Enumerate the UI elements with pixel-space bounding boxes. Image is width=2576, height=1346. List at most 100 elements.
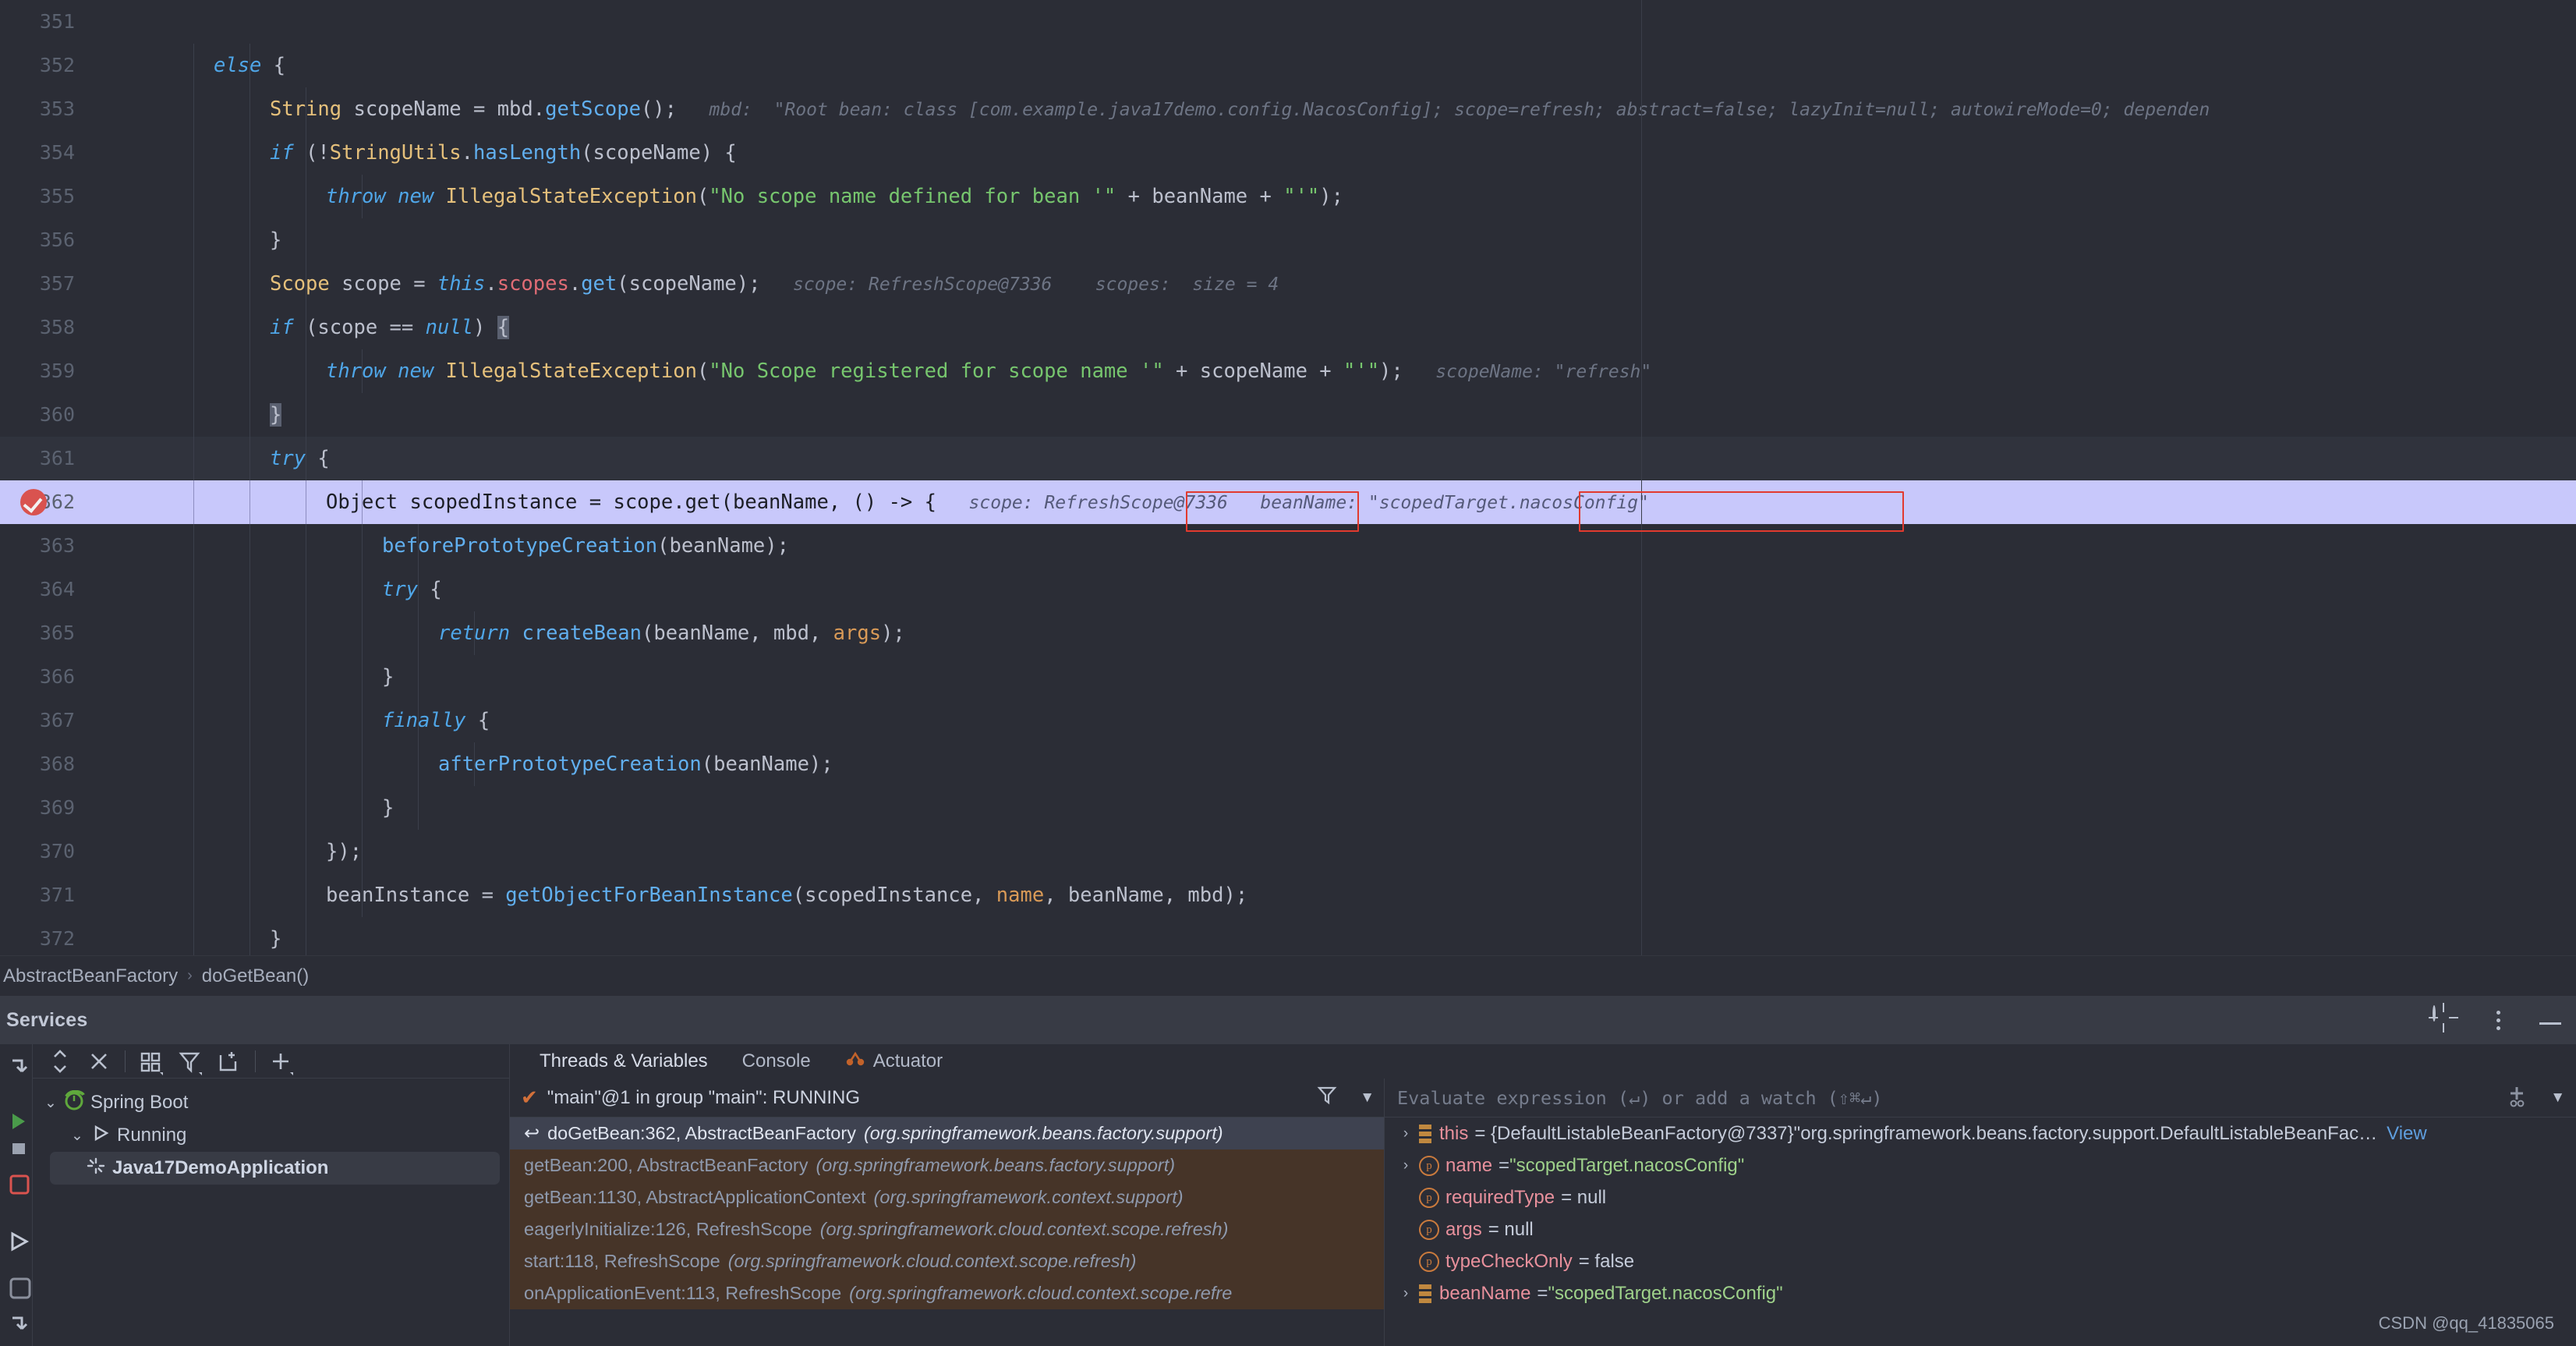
evaluate-placeholder[interactable]: Evaluate expression (↵) or add a watch (… bbox=[1397, 1087, 1883, 1109]
code-line[interactable]: 372} bbox=[0, 917, 2576, 955]
filter-icon[interactable] bbox=[171, 1044, 210, 1079]
services-toolbar[interactable] bbox=[33, 1044, 509, 1079]
code-text[interactable]: finally { bbox=[382, 699, 490, 742]
code-text[interactable]: } bbox=[270, 393, 281, 437]
code-text[interactable]: if (!StringUtils.hasLength(scopeName) { bbox=[270, 131, 737, 175]
code-line[interactable]: 358if (scope == null) { bbox=[0, 306, 2576, 349]
tab-threads-variables[interactable]: Threads & Variables bbox=[522, 1044, 725, 1079]
code-text[interactable]: } bbox=[270, 218, 281, 262]
code-text[interactable]: beforePrototypeCreation(beanName); bbox=[382, 524, 789, 568]
code-text[interactable]: afterPrototypeCreation(beanName); bbox=[438, 742, 833, 786]
code-text[interactable]: } bbox=[382, 655, 394, 699]
code-line[interactable]: 363beforePrototypeCreation(beanName); bbox=[0, 524, 2576, 568]
code-text[interactable]: throw new IllegalStateException("No scop… bbox=[326, 175, 1343, 218]
variable-row[interactable]: ›this= {DefaultListableBeanFactory@7337}… bbox=[1385, 1118, 2576, 1149]
code-line[interactable]: 364try { bbox=[0, 568, 2576, 611]
breadcrumb-class[interactable]: AbstractBeanFactory bbox=[3, 965, 178, 987]
code-line[interactable]: 355throw new IllegalStateException("No s… bbox=[0, 175, 2576, 218]
debug-controls-strip[interactable] bbox=[0, 1044, 33, 1346]
variables-list[interactable]: ›this= {DefaultListableBeanFactory@7337}… bbox=[1385, 1118, 2576, 1309]
code-text[interactable]: Scope scope = this.scopes.get(scopeName)… bbox=[270, 262, 1279, 306]
code-line[interactable]: 362Object scopedInstance = scope.get(bea… bbox=[0, 480, 2576, 524]
variable-row[interactable]: pargs= null bbox=[1385, 1213, 2576, 1245]
debug-tabs[interactable]: Threads & VariablesConsoleActuator bbox=[510, 1044, 2576, 1079]
services-tree-node[interactable]: Java17DemoApplication bbox=[50, 1152, 500, 1185]
tab-console[interactable]: Console bbox=[725, 1044, 828, 1079]
code-line[interactable]: 354if (!StringUtils.hasLength(scopeName)… bbox=[0, 131, 2576, 175]
grid-icon[interactable] bbox=[132, 1044, 171, 1079]
frames-pane[interactable]: ✔ "main"@1 in group "main": RUNNING ▼ ↩d… bbox=[510, 1079, 1385, 1346]
expand-collapse-icon[interactable] bbox=[41, 1044, 80, 1079]
stop-icon[interactable] bbox=[0, 1167, 33, 1203]
target-icon[interactable] bbox=[2433, 1007, 2459, 1033]
code-line[interactable]: 353String scopeName = mbd.getScope(); mb… bbox=[0, 87, 2576, 131]
variables-pane[interactable]: Evaluate expression (↵) or add a watch (… bbox=[1385, 1079, 2576, 1346]
code-text[interactable]: String scopeName = mbd.getScope(); mbd: … bbox=[270, 87, 2210, 131]
breakpoint-icon[interactable] bbox=[20, 489, 47, 515]
add-icon[interactable] bbox=[262, 1044, 301, 1079]
evaluate-expression-icon[interactable] bbox=[0, 1270, 33, 1306]
chevron-down-icon[interactable]: ⌄ bbox=[65, 1127, 89, 1145]
code-line[interactable]: 357Scope scope = this.scopes.get(scopeNa… bbox=[0, 262, 2576, 306]
code-text[interactable]: Object scopedInstance = scope.get(beanNa… bbox=[326, 480, 1649, 524]
code-line[interactable]: 365return createBean(beanName, mbd, args… bbox=[0, 611, 2576, 655]
code-line[interactable]: 370}); bbox=[0, 830, 2576, 873]
chevron-right-icon[interactable]: › bbox=[1392, 1285, 1419, 1302]
variable-row[interactable]: ›pname= "scopedTarget.nacosConfig" bbox=[1385, 1149, 2576, 1181]
code-line[interactable]: 360} bbox=[0, 393, 2576, 437]
breadcrumb-method[interactable]: doGetBean() bbox=[202, 965, 309, 987]
breadcrumb[interactable]: AbstractBeanFactory › doGetBean() bbox=[0, 955, 2576, 996]
close-icon[interactable] bbox=[80, 1044, 119, 1079]
code-line[interactable]: 361try { bbox=[0, 437, 2576, 480]
code-text[interactable]: } bbox=[382, 786, 394, 830]
pause-icon[interactable] bbox=[0, 1135, 33, 1171]
code-text[interactable]: try { bbox=[382, 568, 442, 611]
more-vertical-icon[interactable] bbox=[2495, 1007, 2501, 1033]
code-line[interactable]: 367finally { bbox=[0, 699, 2576, 742]
chevron-right-icon[interactable]: › bbox=[1392, 1125, 1419, 1142]
code-text[interactable]: }); bbox=[326, 830, 362, 873]
evaluate-expression-bar[interactable]: Evaluate expression (↵) or add a watch (… bbox=[1385, 1079, 2576, 1118]
code-text[interactable]: throw new IllegalStateException("No Scop… bbox=[326, 349, 1651, 393]
code-text[interactable]: if (scope == null) { bbox=[270, 306, 509, 349]
code-line[interactable]: 368afterPrototypeCreation(beanName); bbox=[0, 742, 2576, 786]
stack-frame-row[interactable]: getBean:200, AbstractBeanFactory(org.spr… bbox=[510, 1149, 1384, 1181]
variable-row[interactable]: ptypeCheckOnly= false bbox=[1385, 1245, 2576, 1277]
step-over-icon[interactable] bbox=[0, 1224, 33, 1259]
chevron-down-icon[interactable]: ⌄ bbox=[39, 1094, 62, 1112]
code-text[interactable]: } bbox=[270, 917, 281, 955]
stack-frame-row[interactable]: onApplicationEvent:113, RefreshScope(org… bbox=[510, 1277, 1384, 1309]
variable-row[interactable]: prequiredType= null bbox=[1385, 1181, 2576, 1213]
chevron-right-icon[interactable]: › bbox=[1392, 1157, 1419, 1174]
thread-selector[interactable]: ✔ "main"@1 in group "main": RUNNING ▼ bbox=[510, 1079, 1384, 1118]
step-into-icon[interactable] bbox=[0, 1306, 33, 1342]
view-link[interactable]: View bbox=[2387, 1123, 2427, 1145]
frames-filter-icon[interactable] bbox=[1316, 1084, 1338, 1111]
code-text[interactable]: beanInstance = getObjectForBeanInstance(… bbox=[326, 873, 1247, 917]
code-line[interactable]: 356} bbox=[0, 218, 2576, 262]
code-line[interactable]: 371beanInstance = getObjectForBeanInstan… bbox=[0, 873, 2576, 917]
new-tab-icon[interactable] bbox=[210, 1044, 249, 1079]
stack-frame-row[interactable]: start:118, RefreshScope(org.springframew… bbox=[510, 1245, 1384, 1277]
frames-chevron-down-icon[interactable]: ▼ bbox=[1360, 1089, 1375, 1107]
minimize-icon[interactable] bbox=[2537, 1007, 2564, 1033]
code-editor[interactable]: 351352else {353String scopeName = mbd.ge… bbox=[0, 0, 2576, 955]
variables-chevron-down-icon[interactable]: ▼ bbox=[2550, 1089, 2565, 1107]
code-text[interactable]: try { bbox=[270, 437, 330, 480]
code-text[interactable]: else { bbox=[214, 44, 285, 87]
code-text[interactable]: return createBean(beanName, mbd, args); bbox=[438, 611, 905, 655]
code-line[interactable]: 369} bbox=[0, 786, 2576, 830]
code-line[interactable]: 359throw new IllegalStateException("No S… bbox=[0, 349, 2576, 393]
services-tree-node[interactable]: ⌄Spring Boot bbox=[33, 1086, 509, 1119]
services-tree[interactable]: ⌄Spring Boot⌄RunningJava17DemoApplicatio… bbox=[33, 1079, 509, 1185]
stack-frames-list[interactable]: ↩doGetBean:362, AbstractBeanFactory(org.… bbox=[510, 1118, 1384, 1309]
add-watch-icon[interactable] bbox=[2505, 1084, 2528, 1111]
variable-row[interactable]: ›beanName= "scopedTarget.nacosConfig" bbox=[1385, 1277, 2576, 1309]
code-line[interactable]: 366} bbox=[0, 655, 2576, 699]
stack-frame-row[interactable]: getBean:1130, AbstractApplicationContext… bbox=[510, 1181, 1384, 1213]
rerun-icon[interactable] bbox=[0, 1049, 33, 1085]
services-tree-node[interactable]: ⌄Running bbox=[59, 1119, 509, 1152]
code-line[interactable]: 351 bbox=[0, 0, 2576, 44]
stack-frame-row[interactable]: eagerlyInitialize:126, RefreshScope(org.… bbox=[510, 1213, 1384, 1245]
stack-frame-row[interactable]: ↩doGetBean:362, AbstractBeanFactory(org.… bbox=[510, 1118, 1384, 1149]
